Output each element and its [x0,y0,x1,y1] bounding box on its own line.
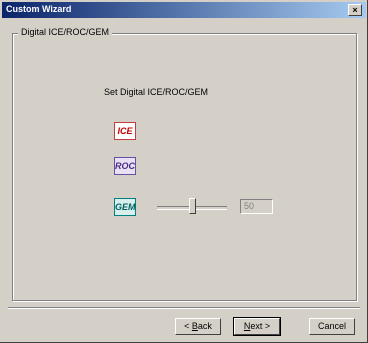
ice-icon[interactable]: ICE [114,122,136,140]
roc-icon[interactable]: ROC [114,157,136,175]
back-prefix: < [184,321,192,331]
groupbox-label: Digital ICE/ROC/GEM [18,27,113,37]
custom-wizard-window: Custom Wizard × Digital ICE/ROC/GEM Set … [0,0,368,343]
next-button[interactable]: Next > [233,317,281,336]
back-rest: ack [197,321,212,331]
gem-icon-text: GEM [115,202,136,212]
gem-icon[interactable]: GEM [114,198,136,216]
close-icon: × [352,5,358,15]
cancel-button[interactable]: Cancel [309,318,355,335]
gem-slider-thumb[interactable] [189,198,196,214]
digital-ice-groupbox [12,33,357,301]
button-separator [8,307,360,309]
window-title: Custom Wizard [6,4,72,14]
ice-icon-text: ICE [117,126,133,136]
next-rest: ext > [250,321,271,331]
back-button[interactable]: < Back [175,318,221,335]
set-digital-label: Set Digital ICE/ROC/GEM [104,87,209,97]
roc-icon-text: ROC [115,161,135,171]
close-button[interactable]: × [348,4,362,16]
gem-value-field[interactable]: 50 [240,199,273,214]
title-bar[interactable]: Custom Wizard × [2,2,366,18]
